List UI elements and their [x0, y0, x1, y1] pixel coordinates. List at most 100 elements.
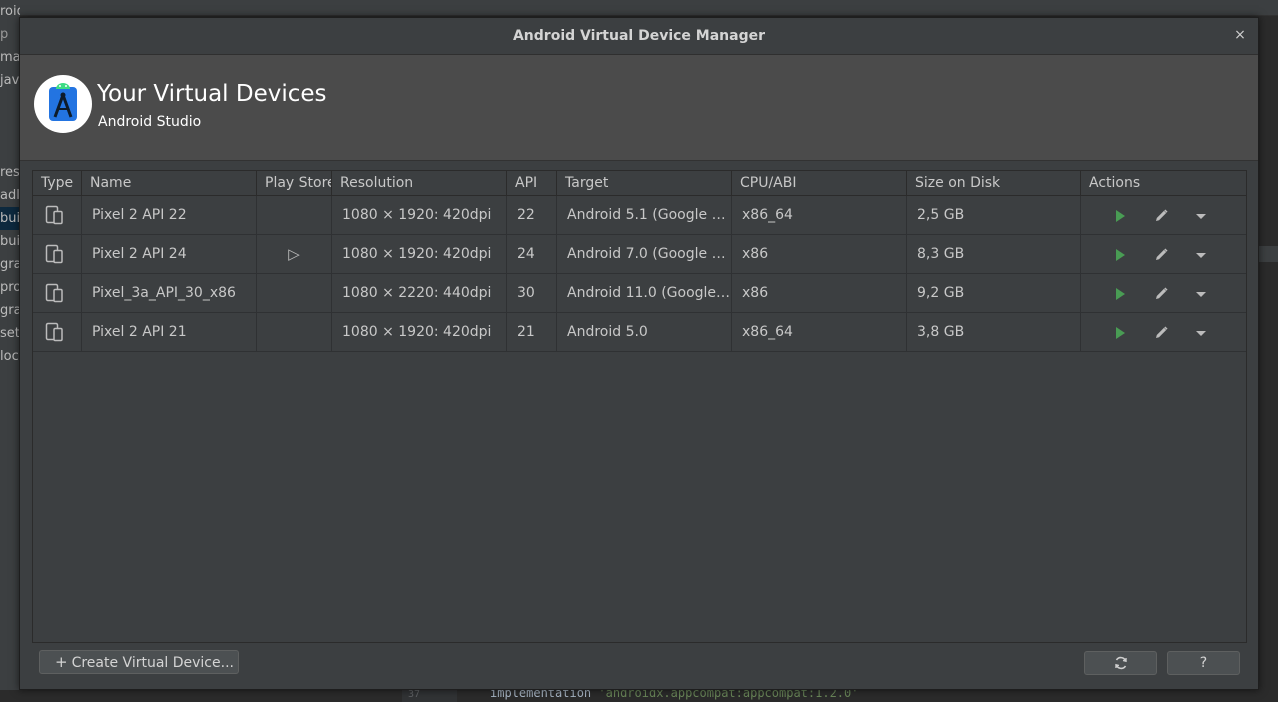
launch-icon[interactable] [1112, 208, 1128, 224]
device-name-cell: Pixel 2 API 21 [82, 313, 257, 352]
device-size-cell: 9,2 GB [907, 274, 1081, 313]
header-title: Your Virtual Devices [97, 81, 327, 107]
refresh-button[interactable] [1084, 651, 1157, 675]
chevron-down-icon[interactable] [1193, 325, 1209, 341]
ide-editor-peek: 37 implementation 'androidx.appcompat:ap… [0, 686, 1278, 702]
device-type-cell [33, 313, 82, 352]
column-header-actions[interactable]: Actions [1081, 171, 1246, 196]
ide-project-panel: roidpmajavresadlbuibuigraprograsetloc [0, 0, 20, 702]
device-row[interactable]: Pixel 2 API 24 ▷ 1080 × 1920: 420dpi 24 Andr… [33, 235, 1246, 274]
device-play-store-cell [257, 313, 332, 352]
dialog-body: Type Name Play Store Resolution API Target CPU… [20, 162, 1258, 689]
ide-tab-bar [20, 0, 1278, 16]
device-api-cell: 24 [507, 235, 557, 274]
table-header: Type Name Play Store Resolution API Target CPU… [33, 171, 1246, 196]
device-row[interactable]: Pixel 2 API 21 1080 × 1920: 420dpi 21 Andro… [33, 313, 1246, 352]
device-cpu-cell: x86 [732, 274, 907, 313]
ide-tree-item[interactable]: loc [0, 345, 20, 368]
column-header-type[interactable]: Type [33, 171, 82, 196]
ide-tree-item[interactable]: pro [0, 276, 20, 299]
help-button[interactable]: ? [1167, 651, 1240, 675]
column-header-name[interactable]: Name [82, 171, 257, 196]
ide-tree-item[interactable]: ma [0, 46, 20, 69]
device-target-cell: Android 11.0 (Google APIs) [557, 274, 732, 313]
edit-pencil-icon[interactable] [1153, 286, 1169, 302]
ide-right-gutter [1258, 16, 1278, 702]
phone-tablet-icon [45, 244, 63, 264]
devices-table: Type Name Play Store Resolution API Target CPU… [32, 170, 1247, 643]
device-api-cell: 22 [507, 196, 557, 235]
column-header-api[interactable]: API [507, 171, 557, 196]
ide-tree-item[interactable]: set [0, 322, 20, 345]
device-resolution-cell: 1080 × 2220: 440dpi [332, 274, 507, 313]
dialog-header: Your Virtual Devices Android Studio [20, 55, 1258, 161]
device-actions-cell [1081, 274, 1246, 313]
header-subtitle: Android Studio [98, 114, 202, 130]
ide-tree-item[interactable]: gra [0, 253, 20, 276]
ide-tree-item[interactable]: bui [0, 230, 20, 253]
table-empty-area [33, 352, 1246, 642]
device-cpu-cell: x86_64 [732, 313, 907, 352]
ide-tree-item[interactable]: adl [0, 184, 20, 207]
create-virtual-device-button[interactable]: + Create Virtual Device... [39, 650, 239, 674]
phone-tablet-icon [45, 322, 63, 342]
column-header-play-store[interactable]: Play Store [257, 171, 332, 196]
device-resolution-cell: 1080 × 1920: 420dpi [332, 313, 507, 352]
device-type-cell [33, 196, 82, 235]
ide-tree-item[interactable]: p [0, 23, 20, 46]
ide-tree-item[interactable]: gra [0, 299, 20, 322]
ide-tree-item[interactable]: bui [0, 207, 20, 230]
chevron-down-icon[interactable] [1193, 247, 1209, 263]
refresh-icon [1114, 656, 1127, 670]
ide-tree-item[interactable]: roid [0, 0, 20, 23]
device-size-cell: 2,5 GB [907, 196, 1081, 235]
launch-icon[interactable] [1112, 247, 1128, 263]
edit-pencil-icon[interactable] [1153, 325, 1169, 341]
chevron-down-icon[interactable] [1193, 286, 1209, 302]
avd-manager-dialog: Android Virtual Device Manager × Your Vi… [19, 17, 1259, 690]
device-row[interactable]: Pixel_3a_API_30_x86 1080 × 2220: 440dpi 30… [33, 274, 1246, 313]
device-type-cell [33, 274, 82, 313]
device-play-store-cell [257, 196, 332, 235]
android-studio-logo-icon [34, 75, 92, 133]
ide-scroll-marker [1258, 246, 1278, 262]
device-actions-cell [1081, 196, 1246, 235]
close-icon[interactable]: × [1232, 27, 1248, 43]
device-resolution-cell: 1080 × 1920: 420dpi [332, 235, 507, 274]
device-play-store-cell [257, 274, 332, 313]
column-header-target[interactable]: Target [557, 171, 732, 196]
create-virtual-device-label: Create Virtual Device... [71, 655, 234, 671]
device-size-cell: 3,8 GB [907, 313, 1081, 352]
ide-tree-item[interactable] [0, 138, 20, 161]
edit-pencil-icon[interactable] [1153, 208, 1169, 224]
dialog-titlebar[interactable]: Android Virtual Device Manager × [20, 18, 1258, 55]
launch-icon[interactable] [1112, 325, 1128, 341]
device-size-cell: 8,3 GB [907, 235, 1081, 274]
device-play-store-cell: ▷ [257, 235, 332, 274]
device-cpu-cell: x86 [732, 235, 907, 274]
device-type-cell [33, 235, 82, 274]
device-target-cell: Android 5.0 [557, 313, 732, 352]
chevron-down-icon[interactable] [1193, 208, 1209, 224]
device-actions-cell [1081, 313, 1246, 352]
ide-tree-item[interactable] [0, 92, 20, 115]
column-header-size-on-disk[interactable]: Size on Disk [907, 171, 1081, 196]
column-header-cpu-abi[interactable]: CPU/ABI [732, 171, 907, 196]
device-cpu-cell: x86_64 [732, 196, 907, 235]
phone-tablet-icon [45, 283, 63, 303]
device-target-cell: Android 5.1 (Google APIs) [557, 196, 732, 235]
device-api-cell: 30 [507, 274, 557, 313]
device-row[interactable]: Pixel 2 API 22 1080 × 1920: 420dpi 22 Andro… [33, 196, 1246, 235]
device-api-cell: 21 [507, 313, 557, 352]
column-header-resolution[interactable]: Resolution [332, 171, 507, 196]
ide-tree-item[interactable]: jav [0, 69, 20, 92]
device-target-cell: Android 7.0 (Google Play) [557, 235, 732, 274]
ide-tree-item[interactable]: res [0, 161, 20, 184]
edit-pencil-icon[interactable] [1153, 247, 1169, 263]
phone-tablet-icon [45, 205, 63, 225]
device-name-cell: Pixel_3a_API_30_x86 [82, 274, 257, 313]
launch-icon[interactable] [1112, 286, 1128, 302]
dialog-title: Android Virtual Device Manager [512, 28, 766, 44]
ide-tree-item[interactable] [0, 115, 20, 138]
device-actions-cell [1081, 235, 1246, 274]
